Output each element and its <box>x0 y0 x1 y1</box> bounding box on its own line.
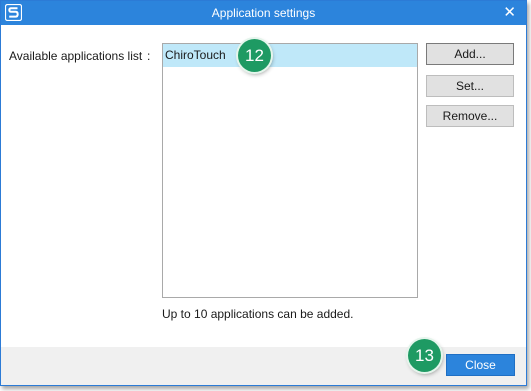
close-button[interactable]: Close <box>446 354 515 376</box>
applications-limit-note: Up to 10 applications can be added. <box>162 307 354 321</box>
application-settings-dialog: Application settings ✕ Available applica… <box>0 0 527 386</box>
set-button[interactable]: Set... <box>426 75 514 97</box>
callout-badge-12: 12 <box>238 39 271 72</box>
close-icon[interactable]: ✕ <box>503 4 516 21</box>
applications-list-label: Available applications list <box>9 49 143 63</box>
dialog-footer: Close 13 <box>1 339 526 385</box>
dialog-content: Available applications list : ChiroTouch… <box>1 25 526 347</box>
title-bar: Application settings ✕ <box>1 1 526 25</box>
add-button[interactable]: Add... <box>426 43 514 65</box>
applications-listbox[interactable]: ChiroTouch <box>162 43 418 298</box>
list-item-chirotouch[interactable]: ChiroTouch <box>163 44 417 67</box>
remove-button[interactable]: Remove... <box>426 105 514 127</box>
window-title: Application settings <box>211 6 316 20</box>
label-colon: : <box>147 49 151 63</box>
callout-badge-13: 13 <box>408 339 441 372</box>
